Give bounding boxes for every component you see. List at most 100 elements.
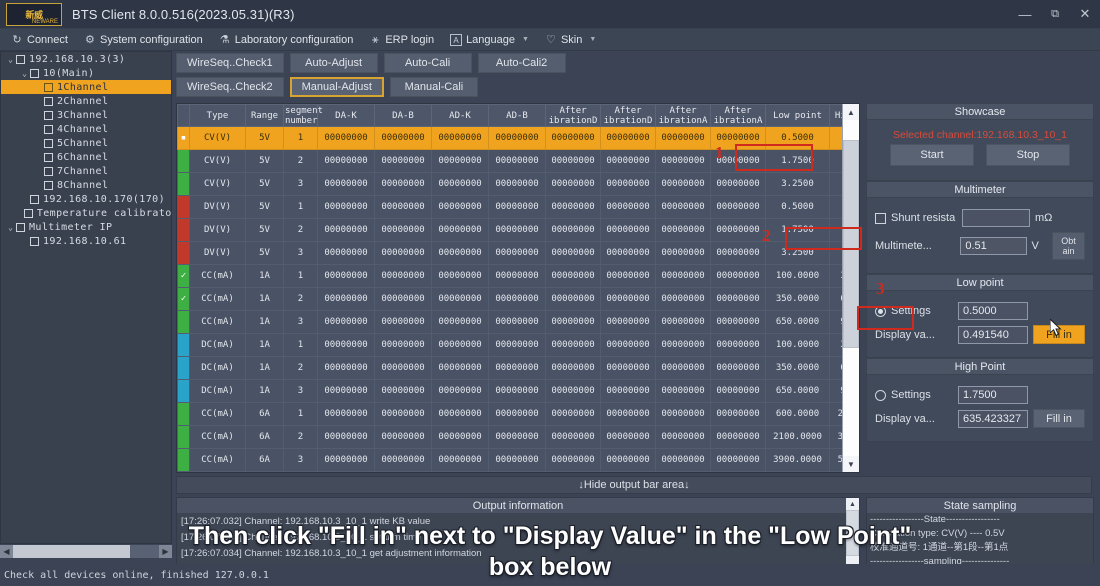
shunt-resistance-input[interactable] [962,209,1030,227]
table-row[interactable]: DC(mA) 1A 3 00000000 00000000 00000000 0000000… [177,379,859,403]
tree-item-checkbox[interactable] [44,138,53,148]
tree-item-checkbox[interactable] [44,124,53,134]
menu-item-laboratory-configuration[interactable]: ⚗ Laboratory configuration [212,32,361,48]
tree-item-checkbox[interactable] [23,208,33,218]
table-header-cell[interactable]: DA-B [374,104,432,127]
scroll-left-icon[interactable]: ◀ [0,544,13,558]
tree-item-checkbox[interactable] [44,166,53,176]
output-vertical-scrollbar[interactable]: ▲ [846,498,859,571]
tab-wireseq-check1[interactable]: WireSeq..Check1 [176,53,284,73]
device-tree[interactable]: ⌄ 192.168.10.3(3) ⌄ 10(Main) ▾ 1Channel ▾ 2Chan… [0,51,172,544]
table-header-cell[interactable]: Low point [765,104,830,127]
table-header-cell[interactable]: Range [245,104,284,127]
tree-item-checkbox[interactable] [44,180,53,190]
high-point-display-input[interactable]: 635.423327 [958,409,1028,428]
table-row[interactable]: DC(mA) 1A 1 00000000 00000000 00000000 0000000… [177,333,859,357]
table-header-cell[interactable]: Type [189,104,246,127]
low-point-settings-input[interactable]: 0.5000 [958,302,1028,320]
tab-auto-adjust[interactable]: Auto-Adjust [289,53,378,73]
low-point-settings-radio[interactable] [875,305,886,317]
chevron-down-icon[interactable]: ⌄ [19,69,30,78]
tree-item[interactable]: ▾ 3Channel [1,108,171,122]
table-row[interactable]: DV(V) 5V 3 00000000 00000000 00000000 00000000… [177,241,859,265]
tree-item[interactable]: ▾ 8Channel [1,178,171,192]
table-row[interactable]: CC(mA) 6A 2 00000000 00000000 00000000 0000000… [177,425,859,449]
table-row[interactable]: DV(V) 5V 2 00000000 00000000 00000000 00000000… [177,218,859,242]
menu-item-system-configuration[interactable]: ⚙ System configuration [77,32,210,48]
table-vertical-scrollbar[interactable]: ▲ ▼ [842,104,859,472]
high-point-fill-in-button[interactable]: Fill in [1033,409,1085,428]
table-row[interactable]: CV(V) 5V 3 00000000 00000000 00000000 00000000… [177,172,859,196]
tree-item[interactable]: ▾ 6Channel [1,150,171,164]
tree-item[interactable]: ▾ 5Channel [1,136,171,150]
tab-wireseq-check2[interactable]: WireSeq..Check2 [176,77,284,97]
scroll-right-icon[interactable]: ▶ [159,544,172,558]
tree-hscroll-track[interactable] [13,544,159,558]
tree-horizontal-scrollbar[interactable]: ◀ ▶ [0,544,172,558]
low-point-display-input[interactable]: 0.491540 [958,325,1028,344]
table-row[interactable]: CC(mA) 1A 3 00000000 00000000 00000000 0000000… [177,310,859,334]
table-header-cell[interactable] [177,104,190,127]
table-vscroll-track[interactable] [843,120,859,456]
obtain-button[interactable]: Obt ain [1052,232,1085,260]
table-header-cell[interactable]: DA-K [317,104,375,127]
start-button[interactable]: Start [890,144,974,166]
tab-manual-adjust[interactable]: Manual-Adjust [289,77,384,97]
close-icon[interactable]: ✕ [1070,0,1100,29]
table-header-cell[interactable]: After ibrationA [710,104,766,127]
table-vscroll-thumb[interactable] [843,140,859,349]
stop-button[interactable]: Stop [986,144,1070,166]
tree-item[interactable]: ▾ 1Channel [1,80,171,94]
tab-auto-cali[interactable]: Auto-Cali [383,53,472,73]
hide-output-bar-button[interactable]: ↓Hide output bar area↓ [176,476,1092,494]
table-body[interactable]: ▪ CV(V) 5V 1 00000000 00000000 00000000 0000000… [177,126,859,472]
tree-item[interactable]: ▾Temperature calibrator IP [1,206,171,220]
chevron-down-icon[interactable]: ⌄ [5,55,16,64]
tree-item[interactable]: ▾ 4Channel [1,122,171,136]
chevron-down-icon[interactable]: ⌄ [5,223,16,232]
menu-item-language[interactable]: A Language ▼ [443,32,536,48]
maximize-icon[interactable]: ⧉ [1040,0,1070,29]
scroll-down-icon[interactable]: ▼ [843,456,859,472]
tree-item[interactable]: ⌄ 192.168.10.3(3) [1,52,171,66]
menu-item-connect[interactable]: ↻ Connect [4,32,75,48]
table-header-cell[interactable]: AD-K [431,104,489,127]
tree-item[interactable]: ▾ 2Channel [1,94,171,108]
table-row[interactable]: ✓ CC(mA) 1A 2 00000000 00000000 00000000 000000… [177,287,859,311]
tree-item[interactable]: ▾ 192.168.10.170(170) [1,192,171,206]
tree-item-checkbox[interactable] [16,54,25,64]
tab-auto-cali2[interactable]: Auto-Cali2 [477,53,566,73]
table-row[interactable]: DC(mA) 1A 2 00000000 00000000 00000000 0000000… [177,356,859,380]
table-row[interactable]: DV(V) 5V 1 00000000 00000000 00000000 00000000… [177,195,859,219]
high-point-settings-input[interactable]: 1.7500 [958,386,1028,404]
table-header-cell[interactable]: AD-B [488,104,546,127]
tree-item[interactable]: ⌄ Multimeter IP [1,220,171,234]
tree-item-checkbox[interactable] [30,68,39,78]
high-point-settings-radio[interactable] [875,389,886,401]
tree-item-checkbox[interactable] [30,236,39,246]
tree-item-checkbox[interactable] [44,82,53,92]
scroll-up-icon[interactable]: ▲ [846,498,859,510]
multimeter-value-input[interactable]: 0.51 [960,237,1027,255]
tree-item-checkbox[interactable] [30,194,39,204]
table-header-cell[interactable]: After ibrationA [655,104,711,127]
menu-item-erp-login[interactable]: ⚹ ERP login [362,32,441,48]
low-point-fill-in-button[interactable]: Fill in [1033,325,1085,344]
tree-item-checkbox[interactable] [44,96,53,106]
tree-item[interactable]: ▾ 7Channel [1,164,171,178]
table-header-cell[interactable]: segment number [283,104,323,127]
output-vscroll-thumb[interactable] [846,510,859,556]
table-row[interactable]: ▪ CV(V) 5V 1 00000000 00000000 00000000 0000000… [177,126,859,150]
scroll-up-icon[interactable]: ▲ [843,104,859,120]
table-header-cell[interactable]: After ibrationD [600,104,656,127]
tree-item-checkbox[interactable] [44,110,53,120]
table-row[interactable]: DC(mA)6A10000000000000000000000000000000… [177,471,859,472]
table-row[interactable]: CC(mA) 6A 3 00000000 00000000 00000000 0000000… [177,448,859,472]
table-row[interactable]: CC(mA) 6A 1 00000000 00000000 00000000 0000000… [177,402,859,426]
table-row[interactable]: CV(V) 5V 2 00000000 00000000 00000000 00000000… [177,149,859,173]
table-row[interactable]: ✓ CC(mA) 1A 1 00000000 00000000 00000000 000000… [177,264,859,288]
table-header-cell[interactable]: After ibrationD [545,104,601,127]
shunt-resistance-checkbox[interactable] [875,212,886,224]
tree-item[interactable]: ⌄ 10(Main) [1,66,171,80]
menu-item-skin[interactable]: ♡ Skin ▼ [538,32,603,48]
